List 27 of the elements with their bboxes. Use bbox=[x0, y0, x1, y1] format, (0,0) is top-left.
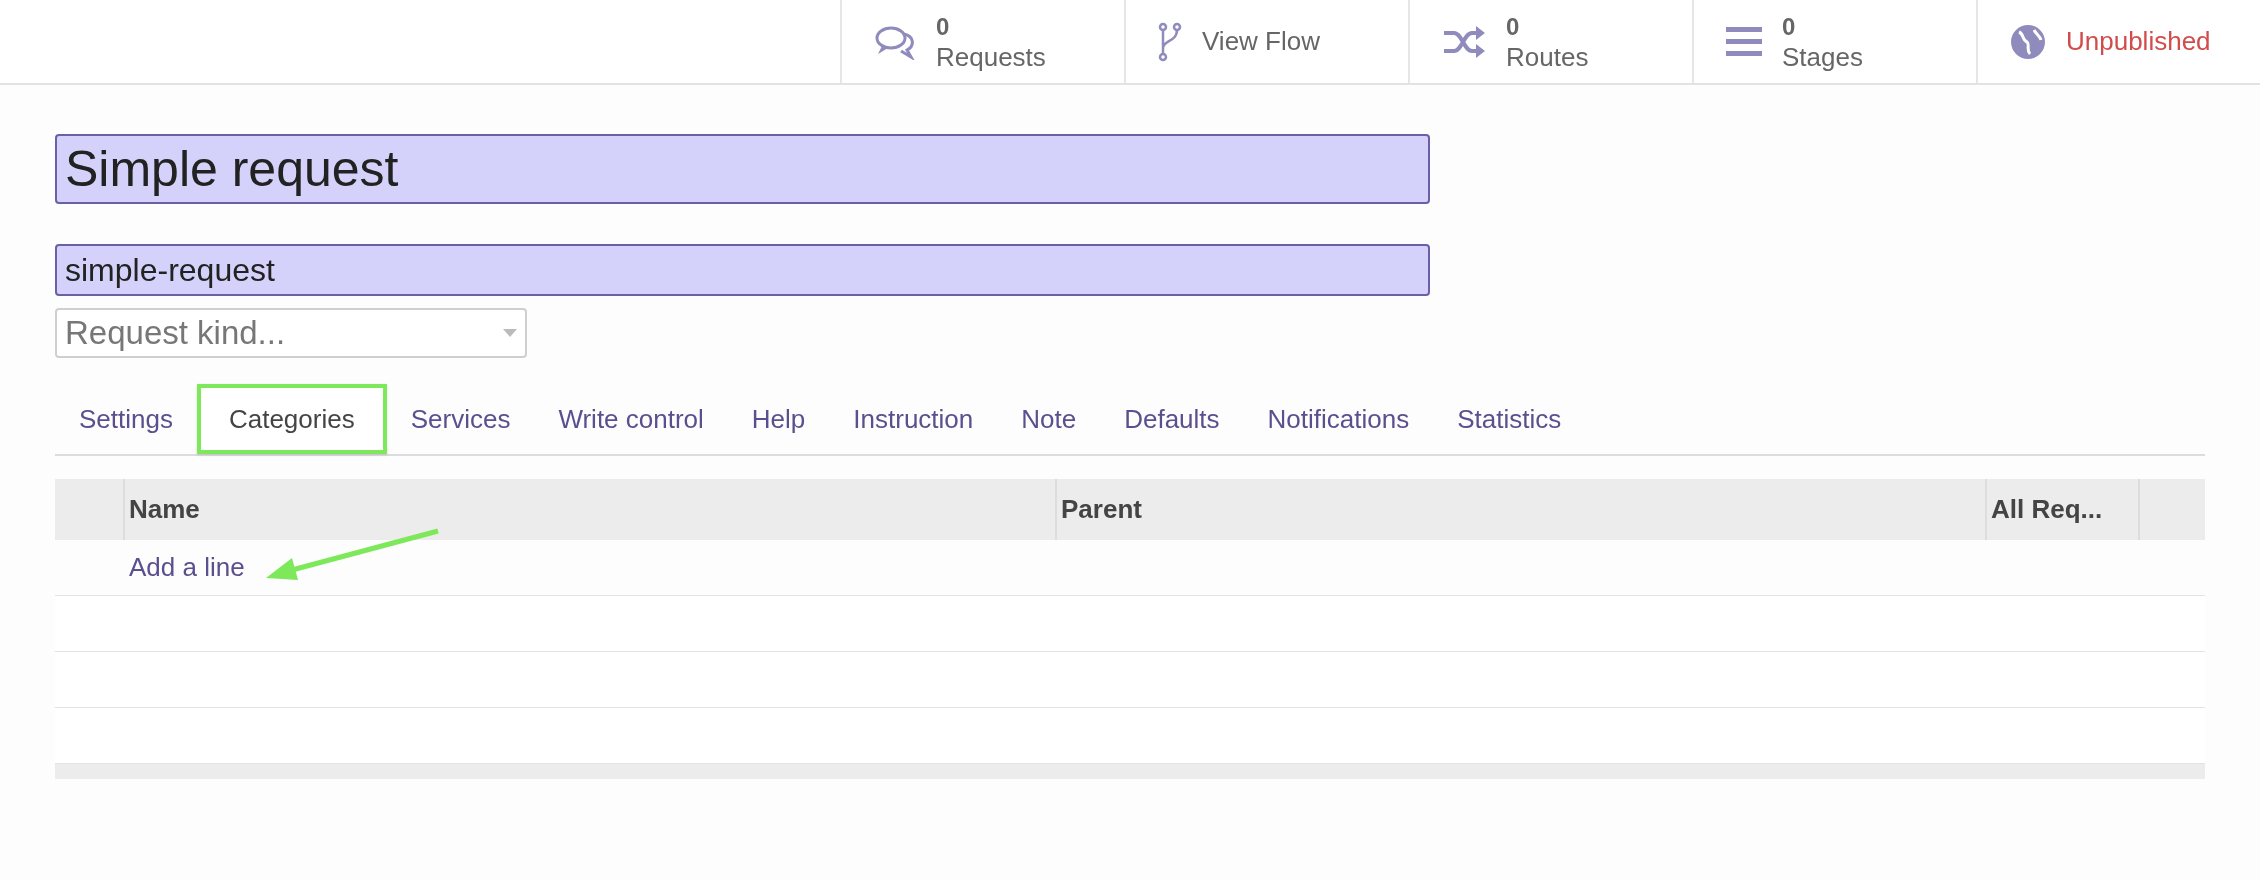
tab[interactable]: Write control bbox=[534, 384, 728, 454]
tab[interactable]: Settings bbox=[55, 384, 197, 454]
tab[interactable]: Help bbox=[727, 384, 830, 454]
shuffle-icon bbox=[1442, 25, 1486, 58]
top-bar-button[interactable]: 0 Routes bbox=[1408, 0, 1692, 83]
tab[interactable]: Categories bbox=[196, 384, 387, 454]
slug-field[interactable]: simple-request bbox=[55, 244, 1430, 296]
column-header: Name bbox=[125, 479, 1057, 540]
tab[interactable]: Notifications bbox=[1243, 384, 1434, 454]
tab[interactable]: Note bbox=[997, 384, 1101, 454]
column-header: All Req... bbox=[1987, 479, 2140, 540]
add-line-link[interactable]: Add a line bbox=[129, 548, 245, 587]
top-bar-button[interactable]: 0 Requests bbox=[840, 0, 1124, 83]
request-kind-select[interactable]: Request kind... bbox=[55, 308, 527, 358]
tab[interactable]: Services bbox=[386, 384, 535, 454]
column-header: Parent bbox=[1057, 479, 1987, 540]
top-bar-button[interactable]: 0 Stages bbox=[1692, 0, 1976, 83]
tab[interactable]: Instruction bbox=[829, 384, 998, 454]
globe-icon bbox=[2010, 23, 2046, 60]
top-bar-button[interactable]: Unpublished bbox=[1976, 0, 2260, 83]
tab[interactable]: Defaults bbox=[1100, 384, 1244, 454]
tab[interactable]: Statistics bbox=[1433, 384, 1586, 454]
title-field[interactable]: Simple request bbox=[55, 134, 1430, 204]
top-bar-button[interactable]: View Flow bbox=[1124, 0, 1408, 83]
caret-icon bbox=[503, 329, 517, 337]
branch-icon bbox=[1158, 21, 1182, 62]
menu-icon bbox=[1726, 26, 1762, 57]
